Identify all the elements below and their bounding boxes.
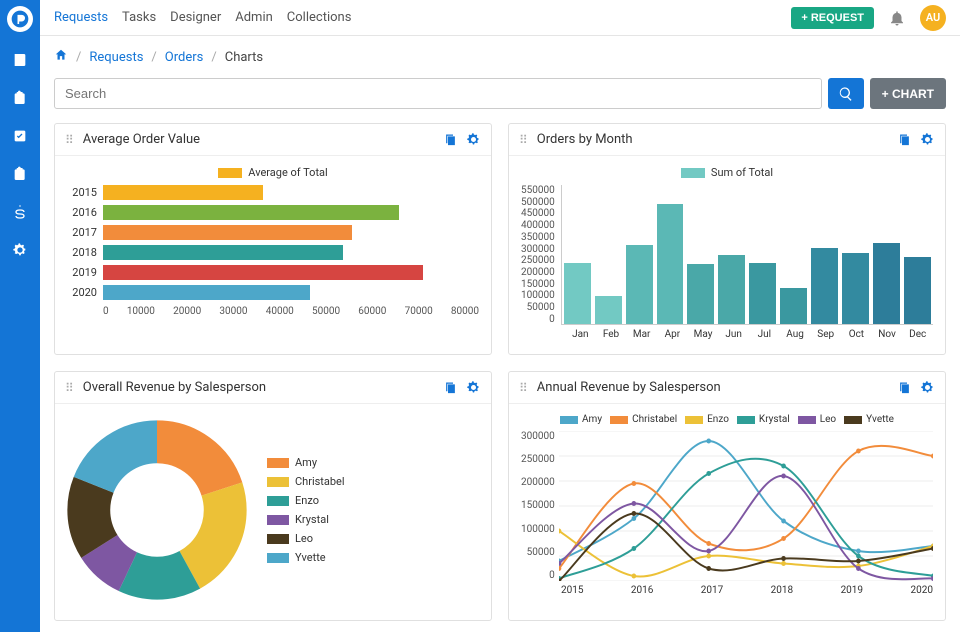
sidebar-board-icon[interactable]	[10, 164, 30, 184]
nav-tasks[interactable]: Tasks	[122, 10, 156, 25]
sidebar-clipboard-icon[interactable]	[10, 88, 30, 108]
breadcrumb: / Requests / Orders / Charts	[54, 48, 946, 66]
drag-handle-icon[interactable]: ⠿	[65, 381, 75, 395]
gear-icon[interactable]	[466, 132, 481, 147]
chart-legend: AmyChristabelEnzoKrystalLeoYvette	[267, 456, 345, 564]
breadcrumb-requests[interactable]: Requests	[89, 50, 143, 65]
hbar-chart: 201520162017201820192020	[67, 185, 479, 300]
home-icon[interactable]	[54, 48, 68, 66]
chart-legend: Average of Total	[67, 166, 479, 179]
panel-title: Overall Revenue by Salesperson	[83, 380, 435, 395]
search-bar: + CHART	[54, 78, 946, 109]
drag-handle-icon[interactable]: ⠿	[65, 133, 75, 147]
nav-requests[interactable]: Requests	[54, 10, 108, 25]
sidebar-settings-icon[interactable]	[10, 240, 30, 260]
gear-icon[interactable]	[920, 380, 935, 395]
panel-title: Annual Revenue by Salesperson	[537, 380, 889, 395]
panel-avg-order: ⠿ Average Order Value Average of Total 2…	[54, 123, 492, 355]
panel-orders-month: ⠿ Orders by Month Sum of Total 550000500…	[508, 123, 946, 355]
chart-legend: Sum of Total	[521, 166, 933, 179]
drag-handle-icon[interactable]: ⠿	[519, 381, 529, 395]
vbar-chart	[561, 185, 933, 325]
search-button[interactable]	[828, 78, 864, 109]
copy-icon[interactable]	[443, 380, 458, 395]
notifications-icon[interactable]	[888, 9, 906, 27]
sidebar	[0, 0, 40, 632]
nav-collections[interactable]: Collections	[287, 10, 352, 25]
panel-overall-rev: ⠿ Overall Revenue by Salesperson AmyChri…	[54, 371, 492, 621]
sidebar-contacts-icon[interactable]	[10, 50, 30, 70]
panel-title: Orders by Month	[537, 132, 889, 147]
gear-icon[interactable]	[466, 380, 481, 395]
add-chart-button[interactable]: + CHART	[870, 78, 946, 109]
copy-icon[interactable]	[897, 380, 912, 395]
sidebar-money-icon[interactable]	[10, 202, 30, 222]
gear-icon[interactable]	[920, 132, 935, 147]
sidebar-check-icon[interactable]	[10, 126, 30, 146]
panel-title: Average Order Value	[83, 132, 435, 147]
logo[interactable]	[7, 6, 33, 32]
nav-designer[interactable]: Designer	[170, 10, 221, 25]
donut-chart	[67, 420, 247, 600]
nav-admin[interactable]: Admin	[235, 10, 273, 25]
chart-legend: AmyChristabelEnzoKrystalLeoYvette	[521, 414, 933, 425]
line-chart	[559, 431, 933, 581]
breadcrumb-current: Charts	[225, 50, 263, 65]
request-button[interactable]: + REQUEST	[791, 7, 874, 29]
top-nav: Requests Tasks Designer Admin Collection…	[40, 0, 960, 36]
breadcrumb-orders[interactable]: Orders	[165, 50, 204, 65]
copy-icon[interactable]	[897, 132, 912, 147]
drag-handle-icon[interactable]: ⠿	[519, 133, 529, 147]
panel-annual-rev: ⠿ Annual Revenue by Salesperson AmyChris…	[508, 371, 946, 621]
copy-icon[interactable]	[443, 132, 458, 147]
search-input[interactable]	[54, 78, 822, 109]
main-content: / Requests / Orders / Charts + CHART ⠿ A…	[40, 36, 960, 632]
user-avatar[interactable]: AU	[920, 5, 946, 31]
